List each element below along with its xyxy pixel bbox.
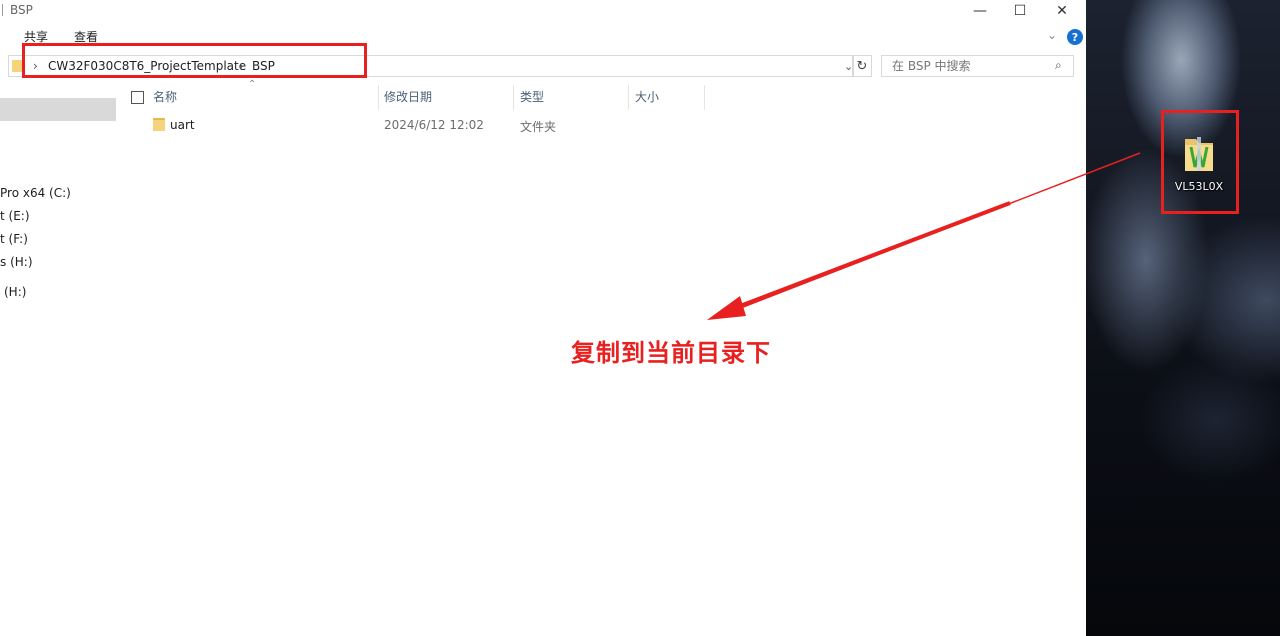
search-icon[interactable]: ⌕ xyxy=(1055,58,1062,73)
nav-item-drive-e[interactable]: t (E:) xyxy=(0,209,30,223)
navigation-pane: Pro x64 (C:) t (E:) t (F:) s (H:) (H:) xyxy=(0,86,118,636)
column-header-type[interactable]: 类型 xyxy=(520,88,544,110)
nav-item-drive-f[interactable]: t (F:) xyxy=(0,232,28,246)
file-name[interactable]: uart xyxy=(170,118,195,132)
ribbon-expand-chevron-icon[interactable]: ⌄ xyxy=(1047,28,1057,42)
search-box[interactable]: ⌕ xyxy=(881,55,1074,77)
column-header-modified[interactable]: 修改日期 xyxy=(384,88,432,110)
column-divider[interactable] xyxy=(704,85,705,110)
column-divider[interactable] xyxy=(628,85,629,110)
folder-icon xyxy=(153,118,165,131)
file-type: 文件夹 xyxy=(520,120,557,134)
nav-selected-item[interactable] xyxy=(0,98,116,121)
column-divider[interactable] xyxy=(513,85,514,110)
nav-item-drive-h-2[interactable]: (H:) xyxy=(4,285,26,299)
title-separator xyxy=(2,4,3,16)
annotation-text: 复制到当前目录下 xyxy=(571,338,771,367)
title-bar: BSP — ☐ ✕ xyxy=(0,0,1086,22)
maximize-button[interactable]: ☐ xyxy=(1003,0,1037,22)
sort-caret-icon: ⌃ xyxy=(248,79,257,90)
window-title: BSP xyxy=(10,3,33,17)
address-highlight-box xyxy=(22,43,367,78)
desktop-icon-highlight-box xyxy=(1161,110,1239,214)
column-header-name[interactable]: 名称 xyxy=(153,88,177,110)
nav-item-drive-h[interactable]: s (H:) xyxy=(0,255,33,269)
nav-item-drive-c[interactable]: Pro x64 (C:) xyxy=(0,186,71,200)
search-input[interactable] xyxy=(882,56,1052,76)
desktop-background: VL53L0X xyxy=(1086,0,1280,636)
refresh-button[interactable]: ↻ xyxy=(852,55,872,77)
file-explorer-window: BSP — ☐ ✕ 共享 查看 ⌄ ? › CW32F030C8T6_Proje… xyxy=(0,0,1086,636)
file-modified: 2024/6/12 12:02 xyxy=(384,118,484,132)
minimize-button[interactable]: — xyxy=(963,0,997,22)
select-all-checkbox[interactable] xyxy=(131,91,144,104)
close-button[interactable]: ✕ xyxy=(1045,0,1079,22)
column-divider[interactable] xyxy=(378,85,379,110)
column-header-size[interactable]: 大小 xyxy=(635,88,659,110)
help-icon[interactable]: ? xyxy=(1067,29,1083,45)
